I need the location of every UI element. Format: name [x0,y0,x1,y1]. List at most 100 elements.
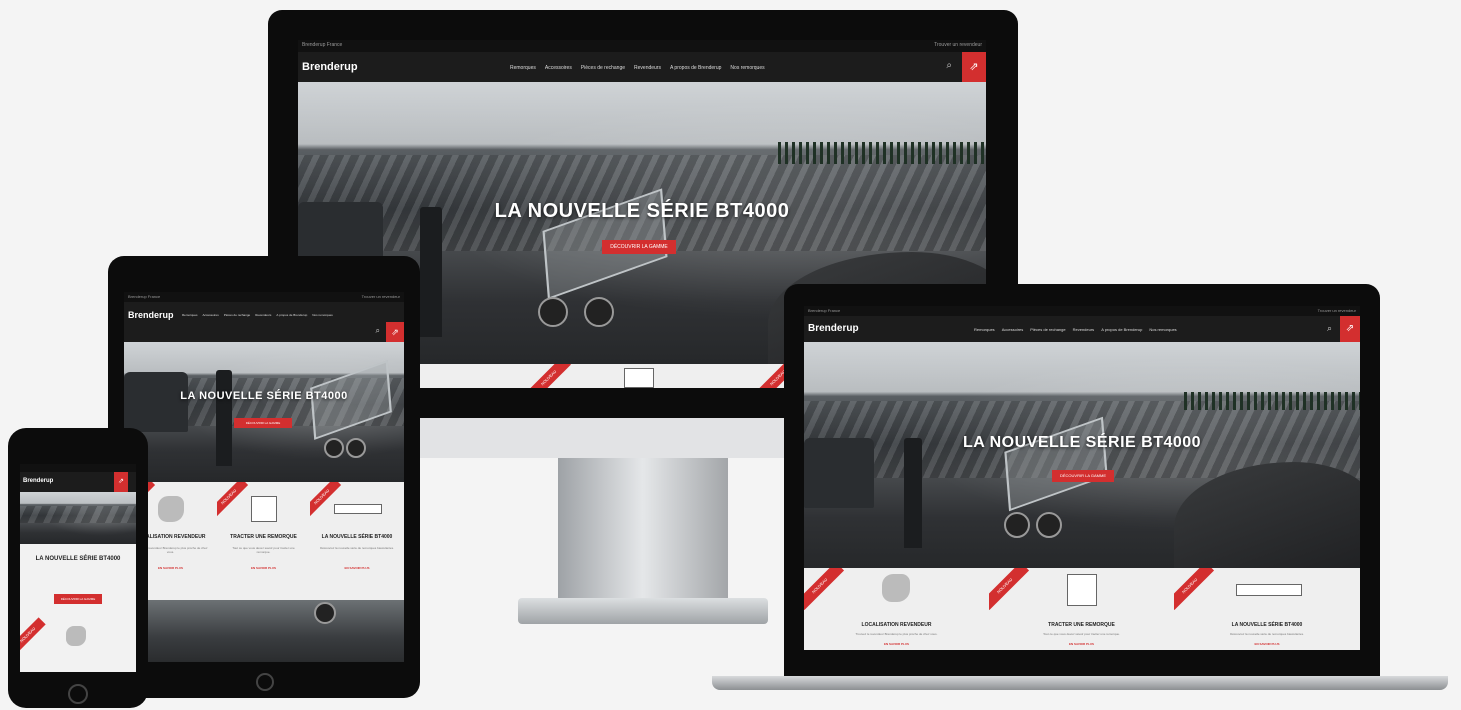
nav-item-pieces[interactable]: Pièces de rechange [581,65,625,71]
nav-item-remorques[interactable]: Remorques [510,65,536,71]
top-bar: Brenderup France Trouver un revendeur [804,306,1360,316]
box-trailer-icon [624,368,654,388]
dealer-link[interactable]: Trouver un revendeur [1318,308,1356,313]
nav-item-pieces[interactable]: Pièces de rechange [1030,327,1065,332]
nav-item-pieces[interactable]: Pièces de rechange [224,313,251,317]
brand-logo[interactable]: Brenderup [302,61,358,73]
trailer-shortcut-button[interactable]: ⇗ [114,472,128,492]
hero-title: LA NOUVELLE SÉRIE BT4000 [180,390,348,402]
nav-item-revendeurs[interactable]: Revendeurs [634,65,661,71]
search-icon[interactable]: ⌕ [1327,323,1332,334]
laptop-base [712,676,1448,690]
dealer-link[interactable]: Trouver un revendeur [362,294,400,299]
search-icon[interactable]: ⌕ [376,326,380,336]
top-bar-left-text: Brenderup France [808,308,841,313]
hero-cta-button[interactable]: DÉCOUVRIR LA GAMME [54,594,102,604]
nav-item-revendeurs[interactable]: Revendeurs [1073,327,1095,332]
ribbon-badge: NOUVEAU [1174,568,1215,611]
nav-bar: Brenderup Remorques Accessoires Pièces d… [298,52,986,82]
box-trailer-icon [1067,574,1097,606]
tablet-screen: Brenderup France Trouver un revendeur Br… [124,292,404,662]
nav-item-accessoires[interactable]: Accessoires [545,65,572,71]
card-text: Tout ce que vous devez savoir pour tract… [1043,632,1120,636]
card-link[interactable]: EN SAVOIR PLUS [989,642,1174,646]
nav-item-remorques[interactable]: Remorques [974,327,995,332]
feature-strip: NOUVEAU LOCALISATION REVENDEUR Trouvez l… [124,482,404,600]
hero-title: LA NOUVELLE SÉRIE BT4000 [962,434,1202,451]
hero-cta-button[interactable]: DÉCOUVRIR LA GAMME [234,418,292,428]
tablet-device: Brenderup France Trouver un revendeur Br… [108,256,420,698]
nav-item-nos-remorques[interactable]: Nos remorques [1149,327,1176,332]
france-map-icon [158,496,184,522]
ribbon-badge: NOUVEAU [20,617,46,653]
search-icon[interactable]: ⌕ [946,60,952,71]
nav-item-about[interactable]: A propos de Brenderup [670,65,721,71]
dealer-link[interactable]: Trouver un revendeur [934,42,982,48]
trailer-shortcut-button[interactable]: ⇗ [962,52,986,82]
main-nav: Remorques Accessoires Pièces de rechange… [974,327,1177,332]
main-nav: Remorques Accessoires Pièces de rechange… [182,313,333,317]
nav-item-about[interactable]: A propos de Brenderup [1101,327,1142,332]
person-silhouette [420,207,442,337]
france-map-icon [882,574,910,602]
trailer-wheel [1004,512,1030,538]
card-title: LA NOUVELLE SÉRIE BT4000 [321,534,393,540]
trailer-wheel [314,602,336,624]
hero-cta-button[interactable]: DÉCOUVRIR LA GAMME [1052,470,1114,482]
lower-photo [124,600,404,662]
trailer-wheel [584,297,614,327]
nav-bar: Brenderup Remorques Accessoires Pièces d… [124,302,404,342]
trailer-wheel [538,297,568,327]
phone-home-button [68,684,88,704]
laptop-screen: Brenderup France Trouver un revendeur Br… [804,306,1360,650]
hero-banner: LA NOUVELLE SÉRIE BT4000 DÉCOUVRIR LA GA… [804,342,1360,568]
flatbed-trailer-icon [1236,584,1302,596]
brand-logo[interactable]: Brenderup [23,478,53,484]
rock-texture [20,505,136,524]
card-link[interactable]: EN SAVOIR PLUS [1174,642,1360,646]
top-bar [20,464,136,472]
ribbon-badge: NOUVEAU [527,364,571,388]
card-text: Découvrez la nouvelle série de remorques… [320,546,394,550]
nav-item-accessoires[interactable]: Accessoires [203,313,219,317]
hero-banner: LA NOUVELLE SÉRIE BT4000 DÉCOUVRIR LA GA… [124,342,404,482]
nav-item-remorques[interactable]: Remorques [182,313,198,317]
car-silhouette [124,372,188,432]
box-trailer-icon [251,496,277,522]
hero-text-panel: LA NOUVELLE SÉRIE BT4000 DÉCOUVRIR LA GA… [20,544,136,672]
nav-item-accessoires[interactable]: Accessoires [1002,327,1024,332]
france-map-icon [66,626,86,646]
ribbon-badge: NOUVEAU [217,482,249,517]
top-bar: Brenderup France Trouver un revendeur [298,40,986,52]
phone-screen: Brenderup ⇗ LA NOUVELLE SÉRIE BT4000 DÉC… [20,464,136,672]
nav-item-nos-remorques[interactable]: Nos remorques [312,313,333,317]
nav-bar: Brenderup Remorques Accessoires Pièces d… [804,316,1360,342]
brand-logo[interactable]: Brenderup [128,310,174,320]
person-silhouette [904,438,922,548]
monitor-stand-neck [558,458,728,598]
trailer-wheel [324,438,344,458]
top-bar-left-text: Brenderup France [128,294,161,299]
card-link[interactable]: EN SAVOIR PLUS [804,642,989,646]
feature-card-towing: NOUVEAU TRACTER UNE REMORQUE Tout ce que… [217,482,310,600]
person-silhouette [216,370,232,466]
main-nav: Remorques Accessoires Pièces de rechange… [510,65,765,71]
trailer-shortcut-button[interactable]: ⇗ [386,322,404,342]
hero-cta-button[interactable]: DÉCOUVRIR LA GAMME [602,240,676,254]
trailer-shortcut-button[interactable]: ⇗ [1340,316,1360,342]
feature-strip: NOUVEAU LOCALISATION REVENDEUR Trouvez l… [804,568,1360,650]
card-title: LA NOUVELLE SÉRIE BT4000 [1231,622,1303,628]
laptop-device: Brenderup France Trouver un revendeur Br… [706,284,1454,704]
brand-logo[interactable]: Brenderup [808,323,859,334]
card-text: Découvrez la nouvelle série de remorques… [1230,632,1304,636]
nav-bar: Brenderup ⇗ [20,472,136,492]
nav-item-nos-remorques[interactable]: Nos remorques [730,65,764,71]
feature-card-bt4000: NOUVEAU LA NOUVELLE SÉRIE BT4000 Découvr… [310,482,404,600]
card-link[interactable]: EN SAVOIR PLUS [310,566,404,570]
nav-item-revendeurs[interactable]: Revendeurs [255,313,271,317]
tree-line [778,142,986,164]
feature-card-towing: NOUVEAU TRACTER UNE REMORQUE Tout ce que… [989,568,1174,650]
card-link[interactable]: EN SAVOIR PLUS [217,566,310,570]
nav-item-about[interactable]: A propos de Brenderup [276,313,307,317]
top-bar: Brenderup France Trouver un revendeur [124,292,404,302]
